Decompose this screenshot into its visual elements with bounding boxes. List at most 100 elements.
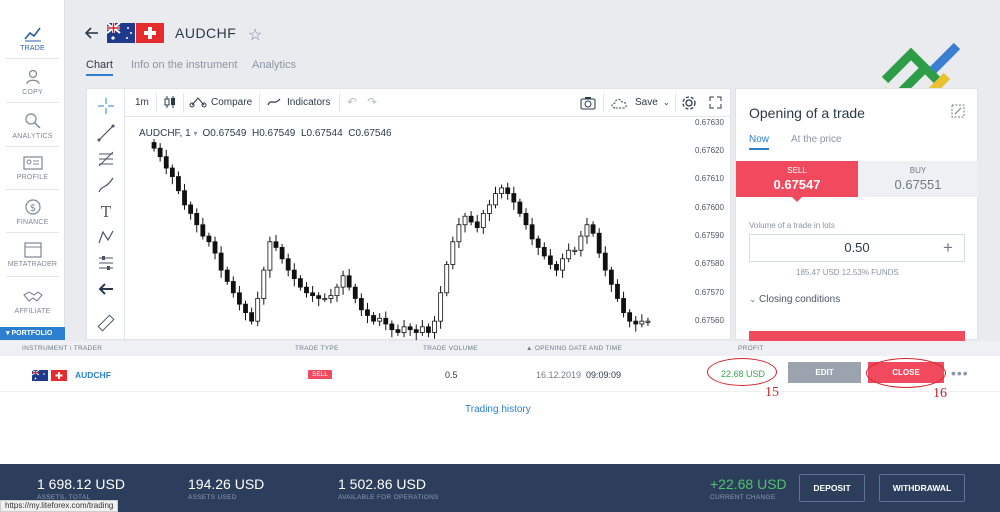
position-symbol[interactable]: AUDCHF <box>75 370 111 380</box>
sell-button[interactable]: SELL 0.67547 <box>736 161 858 197</box>
withdrawal-button[interactable]: WITHDRAWAL <box>879 474 965 502</box>
ruler-icon[interactable] <box>96 313 116 333</box>
candle <box>261 266 267 305</box>
window-icon <box>23 242 42 258</box>
status-bar-url: https://my.liteforex.com/trading <box>0 500 119 512</box>
indicators-button[interactable]: Indicators <box>287 97 330 108</box>
nav-trade[interactable]: TRADE <box>0 26 65 52</box>
nav-divider <box>6 232 59 233</box>
deposit-button[interactable]: DEPOSIT <box>799 474 865 502</box>
candle <box>633 316 639 332</box>
candle <box>255 291 261 326</box>
candle <box>419 320 425 336</box>
candle <box>566 243 572 263</box>
arrow-left-icon[interactable] <box>96 279 116 299</box>
id-card-icon <box>22 156 43 170</box>
candle <box>316 292 322 307</box>
portfolio-tab[interactable]: ▾ PORTFOLIO <box>0 327 65 340</box>
toolbar-divider <box>183 93 184 113</box>
candle <box>517 198 523 217</box>
undo-icon[interactable]: ↶ <box>347 95 357 109</box>
crosshair-icon[interactable] <box>96 96 116 116</box>
expand-icon[interactable] <box>951 104 965 118</box>
compare-icon[interactable] <box>189 96 207 108</box>
current-change-label: CURRENT CHANGE <box>710 494 776 501</box>
candlestick-type-icon[interactable] <box>163 95 177 109</box>
compare-button[interactable]: Compare <box>211 97 252 108</box>
indicators-icon[interactable] <box>267 97 281 107</box>
nav-finance[interactable]: $ FINANCE <box>0 198 65 226</box>
chart-toolbar: 1m Compare Indicators ↶ ↷ Save ⌄ <box>125 89 731 117</box>
candle <box>279 244 285 264</box>
symbol-title: AUDCHF <box>175 25 237 41</box>
brush-icon[interactable] <box>96 175 116 195</box>
measure-icon[interactable] <box>96 253 116 273</box>
save-button[interactable]: Save <box>635 97 658 108</box>
candle <box>407 323 413 336</box>
candle <box>499 184 505 199</box>
more-options-icon[interactable]: ••• <box>951 365 969 381</box>
drawing-toolbar: T <box>87 89 125 341</box>
candle <box>615 279 620 302</box>
candle <box>218 246 224 278</box>
nav-affiliate[interactable]: AFFILIATE <box>0 289 65 315</box>
fibonacci-icon[interactable] <box>96 149 116 169</box>
candle <box>639 314 645 328</box>
back-arrow-icon[interactable] <box>84 25 100 41</box>
text-tool-icon[interactable]: T <box>96 201 116 221</box>
candle <box>322 293 328 302</box>
candle <box>297 275 303 291</box>
trading-history-link[interactable]: Trading history <box>465 404 531 415</box>
candle <box>188 201 194 220</box>
gear-icon[interactable] <box>681 95 697 111</box>
camera-icon[interactable] <box>580 96 596 110</box>
nav-divider <box>6 102 59 103</box>
available-label: AVAILABLE FOR OPERATIONS <box>338 494 439 501</box>
price-tick-label: 0.67570 <box>695 287 724 297</box>
candle <box>304 282 309 298</box>
position-type-badge: SELL <box>308 370 332 379</box>
col-trade-volume[interactable]: TRADE VOLUME <box>423 345 478 352</box>
trade-panel: Opening of a trade Now At the price SELL… <box>735 88 978 341</box>
fullscreen-icon[interactable] <box>709 96 722 109</box>
tab-at-the-price[interactable]: At the price <box>791 134 842 145</box>
candle <box>328 288 334 304</box>
buy-button[interactable]: BUY 0.67551 <box>858 161 978 197</box>
interval-selector[interactable]: 1m <box>135 97 149 108</box>
tab-chart[interactable]: Chart <box>86 59 113 76</box>
trend-line-icon[interactable] <box>96 123 116 143</box>
favorite-star-icon[interactable]: ☆ <box>248 25 262 45</box>
assets-used-label: ASSETS USED <box>188 494 237 501</box>
closing-conditions-toggle[interactable]: ⌄ Closing conditions <box>749 294 840 305</box>
pattern-icon[interactable] <box>96 227 116 247</box>
position-date: 16.12.2019 <box>536 370 582 380</box>
candle <box>450 236 456 270</box>
nav-profile[interactable]: PROFILE <box>0 155 65 181</box>
candle <box>151 139 157 152</box>
open-trade-button[interactable] <box>749 331 965 341</box>
nav-label: FINANCE <box>16 219 49 226</box>
candle <box>541 242 547 260</box>
col-opening-date[interactable]: ▲ OPENING DATE AND TIME <box>526 345 622 352</box>
volume-input[interactable]: 0.50 <box>749 234 965 262</box>
candle <box>505 182 511 200</box>
cloud-icon[interactable] <box>611 97 629 109</box>
position-volume: 0.5 <box>445 370 458 380</box>
assets-used-value: 194.26 USD <box>188 476 265 492</box>
edit-button[interactable]: EDIT <box>788 362 861 383</box>
tab-analytics[interactable]: Analytics <box>252 59 296 71</box>
candle <box>456 217 462 248</box>
toolbar-divider <box>675 93 676 113</box>
tab-info-on-instrument[interactable]: Info on the instrument <box>131 59 237 71</box>
nav-analytics[interactable]: ANALYTICS <box>0 112 65 140</box>
price-tick-label: 0.67610 <box>695 174 724 184</box>
redo-icon[interactable]: ↷ <box>367 95 377 109</box>
nav-copy[interactable]: COPY <box>0 68 65 96</box>
chevron-down-icon[interactable]: ⌄ <box>663 98 670 107</box>
candlestick-chart[interactable] <box>125 117 691 341</box>
col-profit[interactable]: PROFIT <box>738 345 764 352</box>
nav-metatrader[interactable]: METATRADER <box>0 242 65 268</box>
toolbar-divider <box>603 93 604 113</box>
plus-icon[interactable]: + <box>943 238 953 258</box>
tab-now[interactable]: Now <box>749 134 770 150</box>
